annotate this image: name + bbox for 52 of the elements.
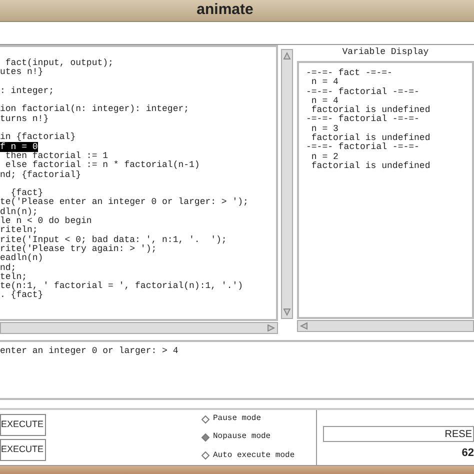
code-line: dln(n); (0, 206, 38, 217)
code-line: . {fact} (0, 290, 44, 300)
panel-title: Variable Display (342, 46, 429, 60)
window-title: animate (196, 0, 254, 20)
code-line: le n < 0 do begin (0, 216, 92, 226)
radio-diamond-icon[interactable] (201, 432, 210, 442)
variable-line: n = 3 (310, 124, 338, 134)
variable-line: -=-=- factorial -=-=- (306, 143, 420, 153)
code-line: rite('Input < 0; bad data: ', n:1, '. '); (0, 234, 227, 245)
radio-diamond-icon[interactable] (201, 414, 210, 424)
console-line: enter an integer 0 or larger: > 4 (0, 346, 178, 356)
code-line: nd; (0, 262, 16, 273)
mode-radio[interactable]: Nopause mode (201, 431, 271, 444)
left-arrow-icon[interactable] (298, 321, 310, 331)
vertical-scrollbar[interactable] (281, 49, 293, 319)
code-line: then factorial := 1 (4, 150, 108, 161)
code-line: in {factorial} (0, 132, 76, 142)
execute-button[interactable]: EXECUTE (0, 414, 46, 436)
code-line: utes n!} (0, 67, 44, 78)
code-line: nd; {factorial} (0, 170, 82, 180)
counter-text: 62 (460, 446, 474, 461)
variable-line: factorial is undefined (310, 134, 430, 144)
variable-line: -=-=- fact -=-=- (306, 69, 392, 78)
code-line: te(n:1, ' factorial = ', factorial(n):1, '.') (0, 281, 244, 292)
radio-diamond-icon[interactable] (201, 451, 210, 460)
variable-line: factorial is undefined (310, 106, 430, 116)
code-line: eadln(n) (0, 253, 44, 264)
mode-radio[interactable]: Pause mode (201, 413, 262, 426)
code-line: teln; (0, 272, 28, 282)
variable-line: factorial is undefined (310, 162, 430, 172)
code-line: fact(input, output); (4, 58, 114, 68)
code-line: rite('Please try again: > '); (0, 244, 157, 254)
code-line: riteln; (0, 225, 38, 236)
execute-button[interactable]: EXECUTE (0, 439, 46, 461)
up-arrow-icon[interactable] (282, 50, 292, 62)
horizontal-scrollbar[interactable] (297, 320, 474, 332)
down-arrow-icon[interactable] (282, 306, 292, 318)
code-line: te('Please enter an integer 0 or larger: > '); (0, 197, 248, 208)
variable-line: -=-=- factorial -=-=- (306, 115, 420, 125)
code-line: turns n!} (0, 114, 49, 124)
variable-line: n = 2 (310, 152, 338, 162)
variable-line: n = 4 (310, 96, 338, 106)
code-line: ion factorial(n: integer): integer; (0, 104, 190, 114)
code-line: {fact} (10, 188, 44, 198)
right-arrow-icon[interactable] (265, 323, 277, 333)
mode-radio[interactable]: Auto execute mode (201, 450, 295, 462)
code-line: else factorial := n * factorial(n-1) (4, 160, 200, 170)
reset-button[interactable]: RESE (323, 426, 474, 442)
variable-line: n = 4 (310, 78, 338, 88)
horizontal-scrollbar[interactable] (0, 322, 278, 334)
variable-line: -=-=- factorial -=-=- (306, 88, 420, 97)
code-line: : integer; (0, 86, 54, 96)
